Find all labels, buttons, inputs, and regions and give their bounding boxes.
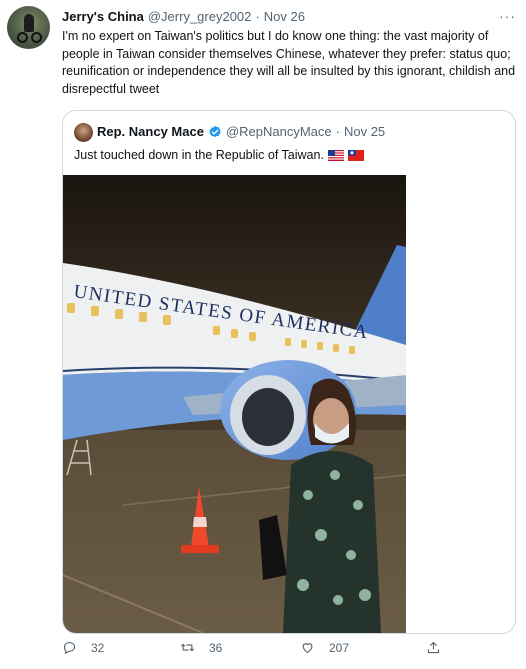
quoted-author-name[interactable]: Rep. Nancy Mace [97,124,204,139]
reply-count: 32 [91,640,105,655]
separator-dot: · [255,9,260,24]
quoted-tweet-text-row: Just touched down in the Republic of Tai… [74,148,364,162]
reply-button[interactable]: 32 [62,640,104,655]
quoted-tweet-date[interactable]: Nov 25 [344,124,385,139]
quoted-tweet-header: Rep. Nancy Mace @RepNancyMace · Nov 25 [97,124,385,139]
tweet-actions: 32 36 207 [0,640,526,666]
share-button[interactable] [426,640,441,655]
tweet[interactable]: Jerry's China @Jerry_grey2002 · Nov 26 ·… [0,0,526,669]
more-options-icon[interactable]: ··· [499,8,516,24]
tweet-text: I'm no expert on Taiwan's politics but I… [62,29,516,96]
engine-inner [242,388,294,446]
separator-dot: · [335,124,340,139]
like-count: 207 [329,640,350,655]
quoted-tweet-text: Just touched down in the Republic of Tai… [74,148,324,162]
author-name[interactable]: Jerry's China [62,9,144,24]
retweet-count: 36 [209,640,223,655]
reply-icon [63,641,76,655]
taiwan-flag-icon [347,149,364,161]
avatar-wheel [17,32,28,43]
quoted-author-avatar[interactable] [74,123,93,142]
tweet-date[interactable]: Nov 26 [264,9,305,24]
retweet-icon [180,643,195,652]
verified-badge-icon [209,125,221,137]
heart-icon [302,643,313,654]
author-avatar[interactable] [7,6,50,49]
like-button[interactable]: 207 [300,640,349,655]
quoted-tweet-photo[interactable]: UNITED STATES OF AMERICA [63,175,406,633]
avatar-wheel [31,32,42,43]
retweet-button[interactable]: 36 [180,640,222,655]
author-handle[interactable]: @Jerry_grey2002 [148,9,252,24]
us-flag-icon [327,149,344,161]
quoted-tweet[interactable]: Rep. Nancy Mace @RepNancyMace · Nov 25 J… [62,110,516,634]
quoted-author-handle[interactable]: @RepNancyMace [226,124,332,139]
avatar-figure [24,14,34,32]
share-icon [427,641,440,654]
tweet-header: Jerry's China @Jerry_grey2002 · Nov 26 [62,9,305,24]
